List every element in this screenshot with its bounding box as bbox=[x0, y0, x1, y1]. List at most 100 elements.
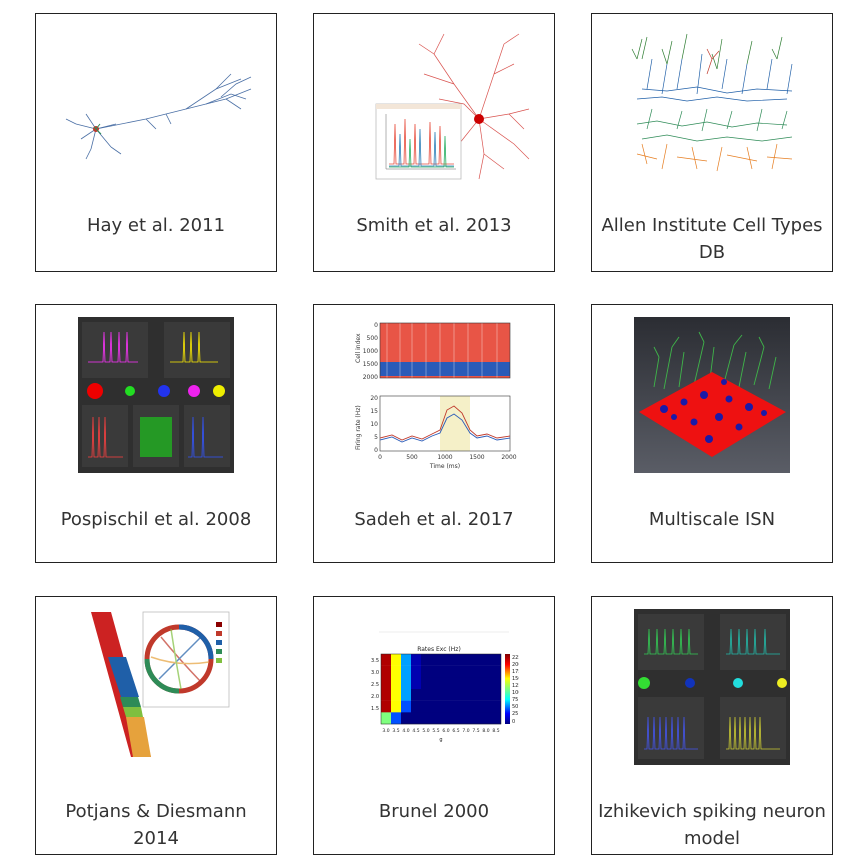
heatmap-cell bbox=[441, 677, 451, 690]
gallery-card-izhikevich[interactable]: Izhikevich spiking neuron model bbox=[591, 596, 833, 855]
heatmap-cell bbox=[441, 689, 451, 701]
xtick: 500 bbox=[406, 454, 418, 461]
heatmap-cell bbox=[431, 654, 441, 666]
heatmap-xtick: 8.0 bbox=[482, 728, 489, 734]
card-title[interactable]: Pospischil et al. 2008 bbox=[42, 506, 270, 533]
heatmap-cell bbox=[421, 677, 431, 690]
card-title[interactable]: Izhikevich spiking neuron model bbox=[598, 798, 826, 852]
multiscale-isn-thumbnail bbox=[592, 305, 832, 485]
gallery-card-multiscale-isn[interactable]: Multiscale ISN bbox=[591, 304, 833, 563]
izhikevich-gui-thumbnail bbox=[592, 597, 832, 777]
heatmap-cell bbox=[441, 712, 451, 725]
raster-ytick: 2000 bbox=[362, 374, 377, 381]
gallery-card-sadeh[interactable]: Cell index 0 500 1000 1500 2000 Firing r… bbox=[313, 304, 555, 563]
gallery-card-hay[interactable]: Hay et al. 2011 bbox=[35, 13, 277, 272]
colorbar-tick: 0 bbox=[512, 719, 515, 725]
heatmap-cell bbox=[451, 689, 461, 701]
xtick: 0 bbox=[378, 454, 382, 461]
heatmap-cell bbox=[391, 677, 401, 690]
heatmap-ytick: 2.0 bbox=[371, 694, 379, 700]
heatmap-cell bbox=[411, 689, 421, 701]
heatmap-cell bbox=[491, 700, 501, 713]
card-title[interactable]: Brunel 2000 bbox=[320, 798, 548, 825]
xtick: 2000 bbox=[501, 454, 516, 461]
colorbar-tick: 175 bbox=[512, 669, 519, 675]
heatmap-cell bbox=[421, 712, 431, 725]
heatmap-cell bbox=[481, 689, 491, 701]
heatmap-cell bbox=[441, 654, 451, 666]
pospischil-gui-thumbnail bbox=[36, 305, 276, 485]
colorbar-tick: 50 bbox=[512, 704, 518, 710]
colorbar-tick: 100 bbox=[512, 690, 519, 696]
heatmap-cell bbox=[441, 700, 451, 713]
gallery-card-brunel[interactable]: Rates Exc (Hz) 225 200 175 150 bbox=[313, 596, 555, 855]
heatmap-cell bbox=[451, 677, 461, 690]
heatmap-cell bbox=[391, 665, 401, 678]
heatmap-cell bbox=[471, 677, 481, 690]
heatmap-cell bbox=[401, 689, 411, 701]
heatmap-cell bbox=[421, 665, 431, 678]
heatmap-cell bbox=[461, 700, 471, 713]
rate-ytick: 0 bbox=[374, 447, 378, 454]
card-title[interactable]: Allen Institute Cell Types DB bbox=[598, 212, 826, 266]
heatmap-cell bbox=[421, 654, 431, 666]
heatmap-xtick: 6.0 bbox=[442, 728, 449, 734]
sadeh-plot-thumbnail: Cell index 0 500 1000 1500 2000 Firing r… bbox=[314, 305, 554, 485]
heatmap-ytick: 3.5 bbox=[371, 658, 379, 664]
card-title[interactable]: Smith et al. 2013 bbox=[320, 212, 548, 239]
gallery-card-allen[interactable]: Allen Institute Cell Types DB bbox=[591, 13, 833, 272]
card-title[interactable]: Sadeh et al. 2017 bbox=[320, 506, 548, 533]
card-title[interactable]: Hay et al. 2011 bbox=[42, 212, 270, 239]
heatmap-cell bbox=[431, 700, 441, 713]
heatmap-cell bbox=[471, 712, 481, 725]
heatmap-cell bbox=[411, 665, 421, 678]
raster-ytick: 1000 bbox=[362, 348, 377, 355]
heatmap-cell bbox=[491, 665, 501, 678]
heatmap-cell bbox=[421, 689, 431, 701]
heatmap-cell bbox=[411, 712, 421, 725]
raster-ytick: 0 bbox=[374, 322, 378, 329]
heatmap-xtick: 5.0 bbox=[422, 728, 429, 734]
heatmap-cell bbox=[481, 700, 491, 713]
heatmap-cell bbox=[491, 677, 501, 690]
gallery-card-smith[interactable]: Smith et al. 2013 bbox=[313, 13, 555, 272]
heatmap-xtick: 4.0 bbox=[402, 728, 409, 734]
raster-ylabel: Cell index bbox=[355, 333, 362, 363]
heatmap-xtick: 6.5 bbox=[452, 728, 459, 734]
heatmap-cell bbox=[381, 712, 391, 725]
heatmap-cell bbox=[391, 712, 401, 725]
colorbar-tick: 150 bbox=[512, 676, 519, 682]
heatmap-cell bbox=[471, 689, 481, 701]
gallery-card-potjans[interactable]: Potjans & Diesmann 2014 bbox=[35, 596, 277, 855]
heatmap-cell bbox=[391, 689, 401, 701]
rate-ytick: 10 bbox=[370, 421, 378, 428]
heatmap-cell bbox=[381, 689, 391, 701]
heatmap-xlabel: g bbox=[439, 737, 442, 743]
heatmap-cell bbox=[401, 654, 411, 666]
heatmap-cell bbox=[431, 677, 441, 690]
heatmap-cell bbox=[391, 654, 401, 666]
card-title[interactable]: Potjans & Diesmann 2014 bbox=[42, 798, 270, 852]
gallery-card-pospischil[interactable]: Pospischil et al. 2008 bbox=[35, 304, 277, 563]
heatmap-ytick: 1.5 bbox=[371, 706, 379, 712]
rate-ylabel: Firing rate (Hz) bbox=[355, 405, 362, 450]
heatmap-cell bbox=[401, 665, 411, 678]
heatmap-ytick: 3.0 bbox=[371, 670, 379, 676]
xtick: 1000 bbox=[437, 454, 452, 461]
raster-ytick: 500 bbox=[366, 335, 378, 342]
card-title[interactable]: Multiscale ISN bbox=[598, 506, 826, 533]
heatmap-cell bbox=[401, 712, 411, 725]
potjans-thumbnail bbox=[36, 597, 276, 777]
heatmap-xtick: 7.0 bbox=[462, 728, 469, 734]
heatmap-cell bbox=[411, 677, 421, 690]
rate-ytick: 5 bbox=[374, 434, 378, 441]
colorbar-tick: 225 bbox=[512, 655, 519, 661]
heatmap-xtick: 7.5 bbox=[472, 728, 479, 734]
heatmap-cell bbox=[461, 689, 471, 701]
heatmap-cell bbox=[491, 712, 501, 725]
rate-ytick: 20 bbox=[370, 395, 378, 402]
heatmap-cell bbox=[451, 654, 461, 666]
heatmap-xtick: 3.5 bbox=[392, 728, 399, 734]
heatmap-cell bbox=[461, 665, 471, 678]
rate-ytick: 15 bbox=[370, 408, 378, 415]
